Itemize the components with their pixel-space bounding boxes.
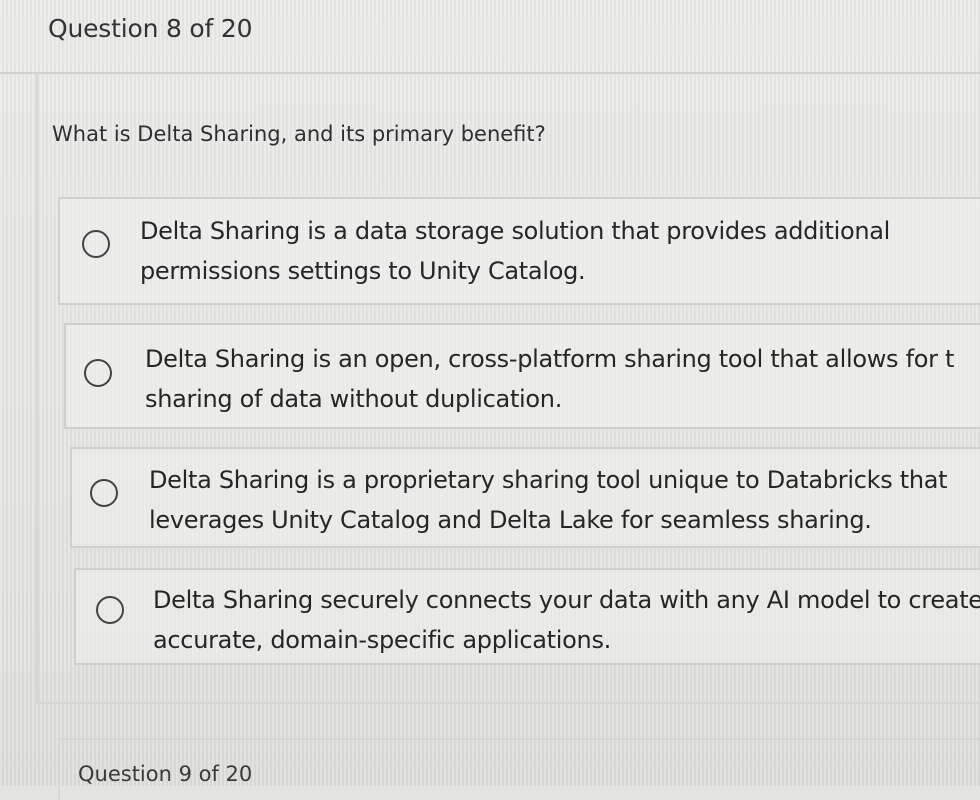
answer-option-1[interactable]: Delta Sharing is a data storage solution…: [58, 197, 980, 305]
quiz-screen: Question 8 of 20 What is Delta Sharing, …: [0, 0, 980, 800]
radio-button-icon[interactable]: [96, 596, 124, 624]
next-question-counter: Question 9 of 20: [78, 762, 253, 786]
question-header: Question 8 of 20: [0, 0, 980, 74]
question-counter: Question 8 of 20: [48, 14, 253, 43]
answer-option-text: Delta Sharing is a data storage solution…: [140, 217, 891, 285]
question-text: What is Delta Sharing, and its primary b…: [52, 122, 546, 146]
answer-option-2[interactable]: Delta Sharing is an open, cross-platform…: [64, 323, 980, 429]
radio-button-icon[interactable]: [84, 359, 112, 387]
radio-button-icon[interactable]: [82, 230, 110, 258]
answer-option-4[interactable]: Delta Sharing securely connects your dat…: [74, 568, 980, 665]
answer-option-text: Delta Sharing securely connects your dat…: [153, 586, 980, 654]
radio-button-icon[interactable]: [90, 479, 118, 507]
answer-option-text: Delta Sharing is a proprietary sharing t…: [149, 466, 948, 534]
answer-option-3[interactable]: Delta Sharing is a proprietary sharing t…: [70, 447, 980, 548]
answer-option-text: Delta Sharing is an open, cross-platform…: [145, 345, 955, 413]
